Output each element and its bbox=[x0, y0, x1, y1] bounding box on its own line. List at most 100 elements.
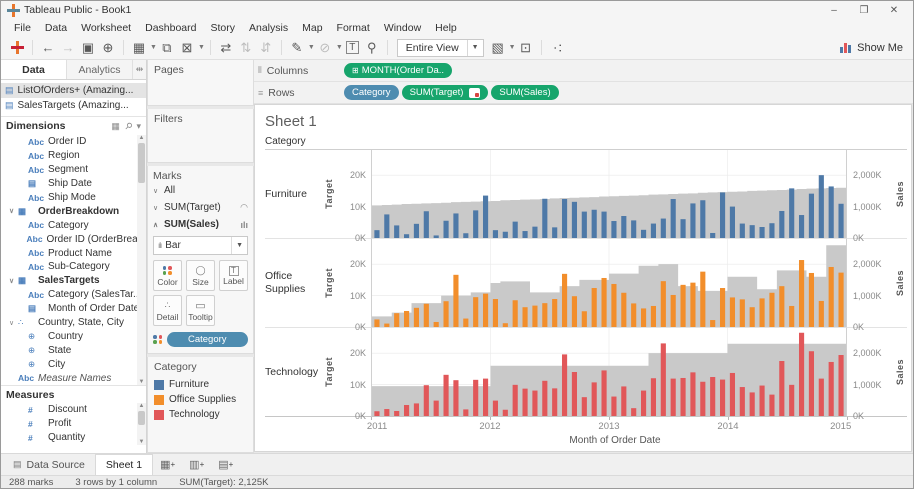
new-data-source-icon[interactable]: ⊕ bbox=[98, 40, 118, 56]
columns-pill[interactable]: ⊞MONTH(Order Da.. bbox=[344, 63, 452, 78]
new-story-tab-icon[interactable]: ▤+ bbox=[211, 454, 240, 475]
rows-pill[interactable]: SUM(Sales) bbox=[491, 85, 558, 100]
field-item[interactable]: AbcMeasure Names bbox=[1, 371, 146, 385]
minimize-button[interactable]: – bbox=[819, 5, 849, 16]
find-field-icon[interactable]: ⚲ bbox=[122, 120, 134, 132]
sort-fields-icon[interactable]: ▾ bbox=[136, 121, 141, 132]
menu-story[interactable]: Story bbox=[203, 22, 242, 34]
field-item[interactable]: ▤Month of Order Date bbox=[1, 302, 146, 316]
field-item[interactable]: ⊕State bbox=[1, 343, 146, 357]
menu-format[interactable]: Format bbox=[330, 22, 377, 34]
field-item[interactable]: AbcSegment bbox=[1, 163, 146, 177]
menu-worksheet[interactable]: Worksheet bbox=[74, 22, 138, 34]
menu-file[interactable]: File bbox=[7, 22, 38, 34]
field-item[interactable]: #Quantity bbox=[1, 431, 146, 445]
show-me-button[interactable]: Show Me bbox=[840, 42, 907, 54]
field-item[interactable]: AbcCategory bbox=[1, 218, 146, 232]
menu-dashboard[interactable]: Dashboard bbox=[138, 22, 203, 34]
data-source-item[interactable]: ▤ListOfOrders+ (Amazing... bbox=[1, 83, 146, 98]
rows-pill[interactable]: Category bbox=[344, 85, 399, 100]
legend-item[interactable]: Office Supplies bbox=[154, 392, 247, 407]
marks-pill-category[interactable]: Category bbox=[167, 332, 249, 347]
field-item[interactable]: ⊕City bbox=[1, 357, 146, 371]
dimensions-scrollbar[interactable]: ▲▼ bbox=[137, 135, 146, 385]
label-button[interactable]: TLabel bbox=[219, 260, 248, 291]
field-item[interactable]: AbcCategory (SalesTar... bbox=[1, 288, 146, 302]
plot-office-supplies[interactable] bbox=[371, 239, 847, 328]
sales-axis-ticks[interactable]: 0K1,000K2,000K bbox=[847, 239, 893, 328]
marks-layer-sum-sales-[interactable]: ∧SUM(Sales)ılı bbox=[153, 216, 248, 233]
menu-window[interactable]: Window bbox=[377, 22, 428, 34]
data-source-tab[interactable]: ▤ Data Source bbox=[3, 454, 95, 475]
undo-icon[interactable]: ← bbox=[38, 40, 58, 55]
pane-options-icon[interactable]: ⇹ bbox=[132, 60, 146, 79]
rows-shelf[interactable]: ≡ Rows CategorySUM(Target)SUM(Sales) bbox=[254, 82, 913, 104]
field-item[interactable]: ∨∴Country, State, City bbox=[1, 316, 146, 330]
tableau-home-icon[interactable] bbox=[7, 41, 27, 54]
chevron-down-icon[interactable]: ▼ bbox=[198, 44, 205, 51]
pages-shelf[interactable]: Pages bbox=[147, 60, 254, 106]
sales-axis-ticks[interactable]: 0K1,000K2,000K bbox=[847, 328, 893, 417]
tab-analytics[interactable]: Analytics bbox=[66, 60, 132, 79]
save-icon[interactable]: ▣ bbox=[78, 40, 98, 56]
show-mark-labels-icon[interactable]: T bbox=[346, 41, 359, 54]
legend-item[interactable]: Furniture bbox=[154, 377, 247, 392]
new-dashboard-tab-icon[interactable]: ▥+ bbox=[182, 454, 211, 475]
chevron-down-icon[interactable]: ▼ bbox=[150, 44, 157, 51]
view-as-grid-icon[interactable]: ▦ bbox=[111, 121, 120, 132]
fit-selector[interactable]: Entire View▼ bbox=[397, 39, 484, 57]
marks-layer-sum-target-[interactable]: ∨SUM(Target)◠ bbox=[153, 199, 248, 216]
plot-technology[interactable] bbox=[371, 328, 847, 417]
mark-type-select[interactable]: ılı Bar ▼ bbox=[153, 236, 248, 255]
tab-data[interactable]: Data bbox=[1, 60, 66, 79]
measures-scrollbar[interactable]: ▲▼ bbox=[137, 403, 146, 445]
field-item[interactable]: #Discount bbox=[1, 403, 146, 417]
fix-axes-icon[interactable]: ⚲ bbox=[362, 40, 382, 56]
field-item[interactable]: ⊕Country bbox=[1, 329, 146, 343]
color-button[interactable]: Color bbox=[153, 260, 182, 291]
field-item[interactable]: AbcProduct Name bbox=[1, 246, 146, 260]
presentation-mode-icon[interactable]: ⊡ bbox=[516, 40, 536, 56]
size-button[interactable]: ◯Size bbox=[186, 260, 215, 291]
field-item[interactable]: ∨▦SalesTargets bbox=[1, 274, 146, 288]
target-axis-ticks[interactable]: 0K10K20K bbox=[337, 150, 371, 239]
field-item[interactable]: #Profit bbox=[1, 417, 146, 431]
data-source-item[interactable]: ▤SalesTargets (Amazing... bbox=[1, 98, 146, 113]
restore-button[interactable]: ❐ bbox=[849, 5, 879, 16]
chevron-down-icon[interactable]: ▼ bbox=[509, 44, 516, 51]
plot-furniture[interactable] bbox=[371, 150, 847, 239]
target-axis-ticks[interactable]: 0K10K20K bbox=[337, 239, 371, 328]
field-item[interactable]: AbcShip Mode bbox=[1, 191, 146, 205]
chevron-down-icon[interactable]: ▼ bbox=[336, 44, 343, 51]
sales-axis-ticks[interactable]: 0K1,000K2,000K bbox=[847, 150, 893, 239]
detail-button[interactable]: ∴Detail bbox=[153, 295, 182, 326]
chevron-down-icon[interactable]: ▼ bbox=[308, 44, 315, 51]
legend-item[interactable]: Technology bbox=[154, 407, 247, 422]
menu-help[interactable]: Help bbox=[428, 22, 464, 34]
swap-rows-columns-icon[interactable]: ⇄ bbox=[216, 40, 236, 56]
field-item[interactable]: AbcOrder ID (OrderBrea... bbox=[1, 232, 146, 246]
rows-pill[interactable]: SUM(Target) bbox=[402, 85, 489, 100]
field-item[interactable]: ▤Ship Date bbox=[1, 177, 146, 191]
menu-map[interactable]: Map bbox=[295, 22, 329, 34]
tooltip-button[interactable]: ▭Tooltip bbox=[186, 295, 215, 326]
menu-analysis[interactable]: Analysis bbox=[242, 22, 295, 34]
target-axis-ticks[interactable]: 0K10K20K bbox=[337, 328, 371, 417]
x-axis[interactable]: 20112012201320142015 bbox=[371, 417, 847, 433]
show-hide-cards-icon[interactable]: ▧ bbox=[488, 40, 508, 56]
field-item[interactable]: AbcRegion bbox=[1, 149, 146, 163]
close-button[interactable]: ✕ bbox=[879, 5, 909, 16]
new-worksheet-tab-icon[interactable]: ▦+ bbox=[153, 454, 182, 475]
clear-sheet-icon[interactable]: ⊠ bbox=[177, 40, 197, 56]
field-item[interactable]: AbcOrder ID bbox=[1, 135, 146, 149]
new-worksheet-icon[interactable]: ▦ bbox=[129, 40, 149, 56]
duplicate-sheet-icon[interactable]: ⧉ bbox=[157, 40, 177, 56]
field-item[interactable]: AbcSub-Category bbox=[1, 260, 146, 274]
filters-shelf[interactable]: Filters bbox=[147, 109, 254, 163]
highlight-icon[interactable]: ✎ bbox=[287, 40, 307, 56]
marks-layer-all[interactable]: ∨All bbox=[153, 182, 248, 199]
field-item[interactable]: ∨▦OrderBreakdown bbox=[1, 204, 146, 218]
menu-data[interactable]: Data bbox=[38, 22, 74, 34]
columns-shelf[interactable]: ⫴ Columns ⊞MONTH(Order Da.. bbox=[254, 60, 913, 82]
share-icon[interactable]: ∵ bbox=[549, 38, 565, 58]
